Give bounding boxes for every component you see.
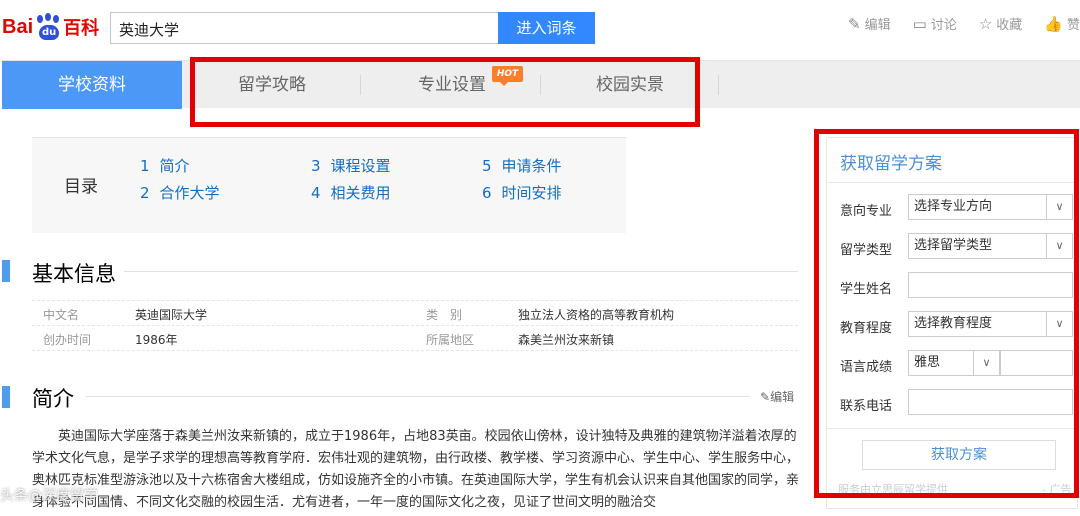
search-input[interactable]: 英迪大学 bbox=[110, 12, 498, 44]
entry-toolbar: ✎ 编辑 ▭ 讨论 ☆ 收藏 👍 赞 bbox=[848, 14, 1080, 34]
toc-item-partner[interactable]: 2 合作大学 bbox=[140, 182, 220, 203]
like-tool-button[interactable]: 👍 赞 bbox=[1044, 14, 1080, 34]
section-marker bbox=[2, 260, 10, 282]
toc-title: 目录 bbox=[64, 177, 98, 197]
section-divider bbox=[86, 396, 750, 397]
row-divider bbox=[32, 350, 798, 351]
info-value-region: 森美兰州汝来新镇 bbox=[518, 333, 615, 347]
pencil-icon: ✎ bbox=[848, 14, 861, 33]
toc-item-courses[interactable]: 3 课程设置 bbox=[311, 155, 391, 176]
edit-tool-button[interactable]: ✎ 编辑 bbox=[848, 14, 891, 34]
basic-info-heading: 基本信息 bbox=[32, 262, 116, 286]
thumbs-up-icon: 👍 bbox=[1044, 14, 1063, 33]
intro-paragraph: 英迪国际大学座落于森美兰州汝来新镇的，成立于1986年，占地83英亩。校园依山傍… bbox=[32, 429, 800, 510]
toc-item-requirements[interactable]: 5 申请条件 bbox=[482, 155, 562, 176]
info-label-category: 类 别 bbox=[426, 308, 463, 322]
info-label-founded: 创办时间 bbox=[43, 333, 92, 347]
paw-icon: du bbox=[34, 13, 62, 41]
highlight-box-form bbox=[814, 129, 1079, 498]
info-value-name: 英迪国际大学 bbox=[135, 308, 208, 322]
toc-item-fees[interactable]: 4 相关费用 bbox=[311, 182, 391, 203]
section-edit-link[interactable]: ✎编辑 bbox=[760, 388, 794, 405]
star-icon: ☆ bbox=[978, 14, 993, 33]
intro-heading: 简介 bbox=[32, 387, 74, 411]
top-header: Bai du 百科 英迪大学 进入词条 ✎ 编辑 ▭ 讨论 ☆ 收藏 👍 赞 bbox=[0, 0, 1080, 60]
logo-bai-text: Bai bbox=[2, 15, 34, 38]
row-divider bbox=[32, 300, 798, 301]
tab-divider bbox=[718, 75, 719, 95]
watermark: 头条@深度留学 bbox=[0, 488, 98, 504]
section-marker bbox=[2, 386, 10, 408]
row-divider bbox=[32, 325, 798, 326]
info-label-name: 中文名 bbox=[43, 308, 80, 322]
highlight-box-tabs bbox=[190, 57, 700, 127]
toc-item-schedule[interactable]: 6 时间安排 bbox=[482, 182, 562, 203]
discuss-tool-button[interactable]: ▭ 讨论 bbox=[912, 14, 957, 34]
info-value-founded: 1986年 bbox=[135, 333, 178, 347]
pencil-icon: ✎ bbox=[760, 390, 771, 404]
info-value-category: 独立法人资格的高等教育机构 bbox=[518, 308, 675, 322]
baidu-baike-logo[interactable]: Bai du 百科 bbox=[2, 10, 99, 44]
comment-icon: ▭ bbox=[912, 14, 927, 33]
enter-entry-button[interactable]: 进入词条 bbox=[498, 12, 595, 44]
logo-baike-text: 百科 bbox=[63, 18, 100, 39]
tab-school-info[interactable]: 学校资料 bbox=[2, 61, 182, 109]
info-label-region: 所属地区 bbox=[426, 333, 475, 347]
toc-item-intro[interactable]: 1 简介 bbox=[140, 155, 190, 176]
section-divider bbox=[124, 271, 798, 272]
favorite-tool-button[interactable]: ☆ 收藏 bbox=[978, 14, 1022, 34]
